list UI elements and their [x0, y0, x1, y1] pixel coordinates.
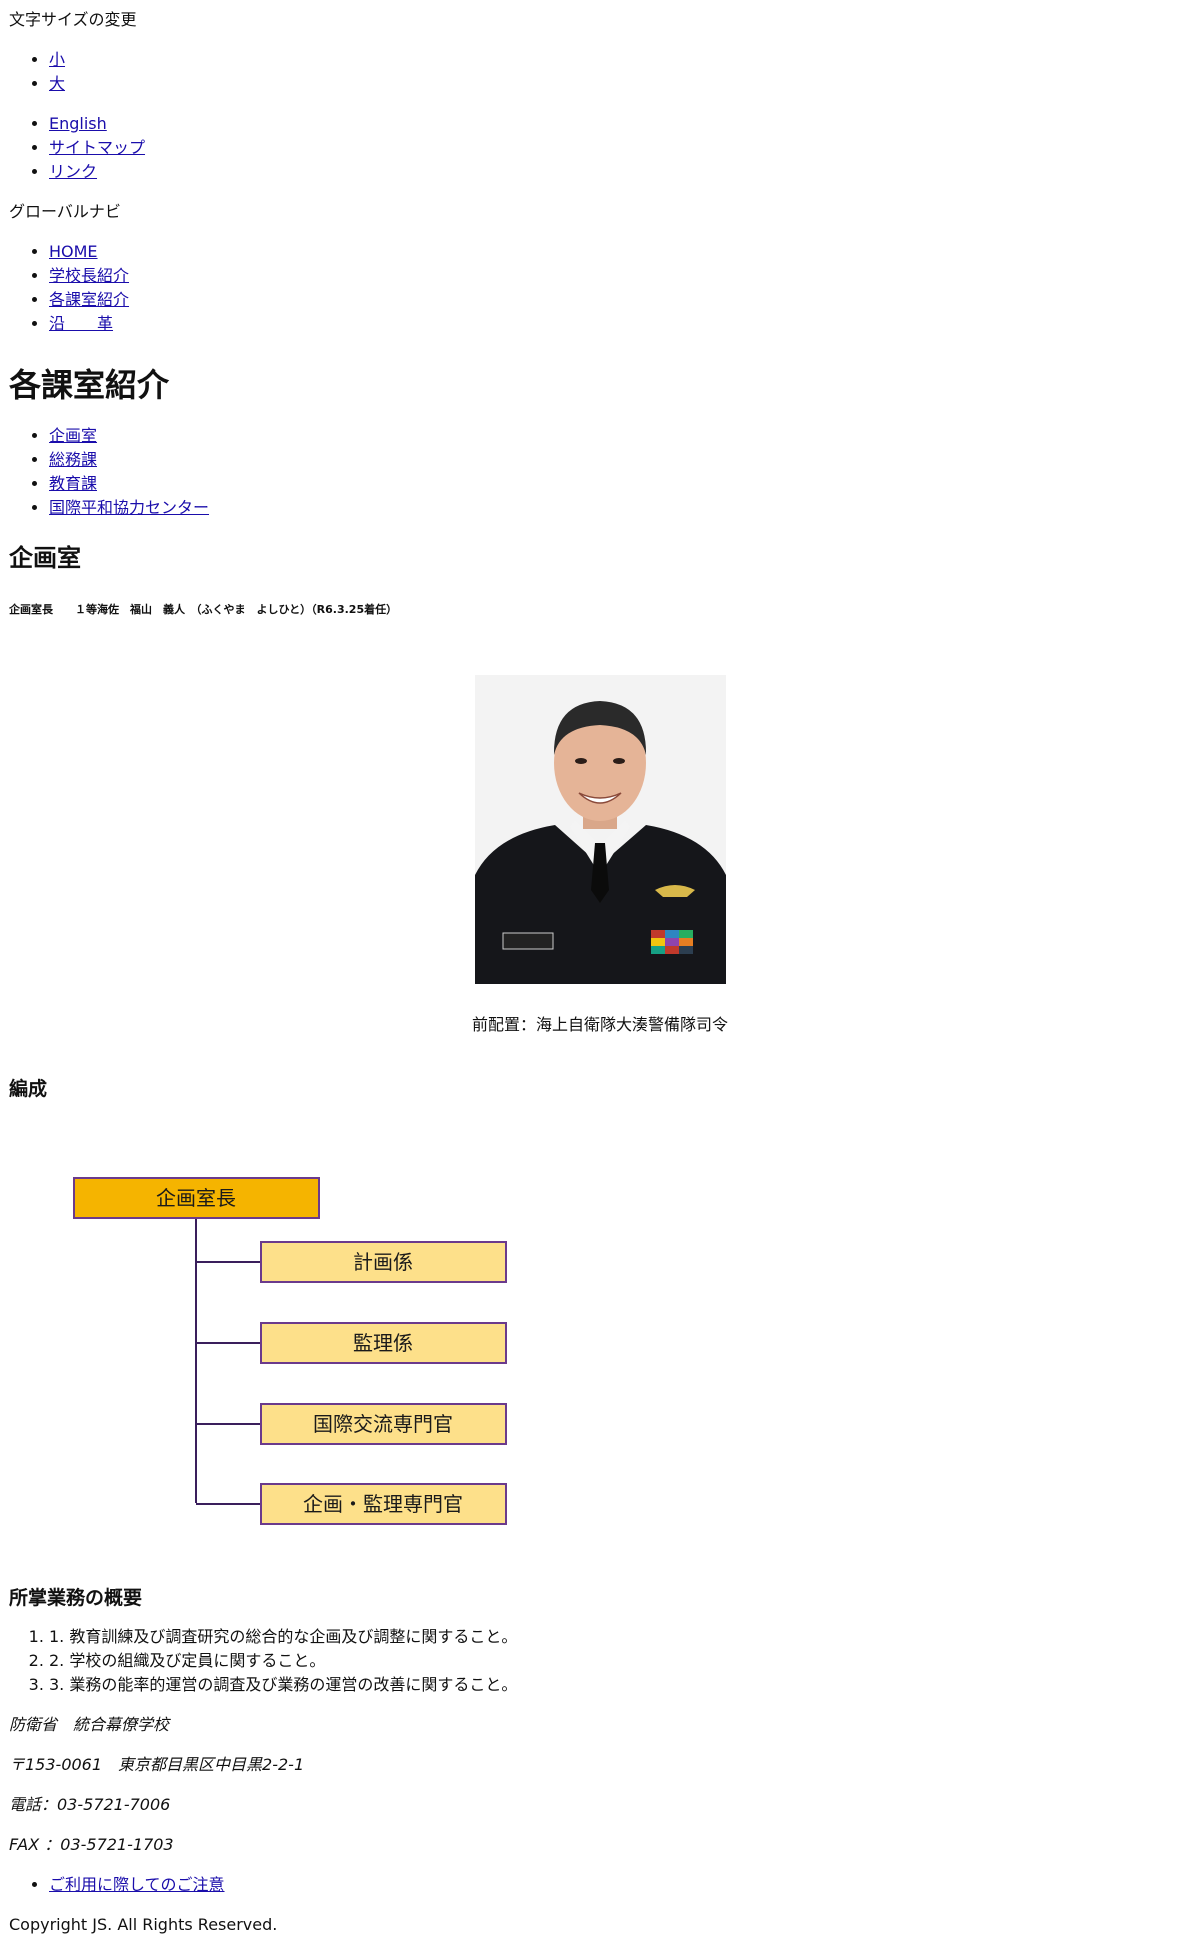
font-size-item: 小 [49, 48, 1191, 72]
sub-nav-item: 教育課 [49, 472, 1191, 496]
footer-address: 〒153-0061 東京都目黒区中目黒2-2-1 [9, 1754, 305, 1774]
org-node-child-label: 企画・監理専門官 [303, 1492, 463, 1516]
sub-nav-general-affairs-link[interactable]: 総務課 [49, 450, 97, 469]
org-node-child: 監理係 [260, 1322, 507, 1365]
footer-links: ご利用に際してのご注意 [9, 1873, 1191, 1897]
org-node-child: 国際交流専門官 [260, 1403, 507, 1446]
usage-notice-link[interactable]: ご利用に際してのご注意 [49, 1875, 225, 1894]
utility-nav-item: リンク [49, 160, 1191, 184]
global-nav-label: グローバルナビ [9, 202, 121, 221]
sub-nav-education-link[interactable]: 教育課 [49, 474, 97, 493]
copyright: Copyright JS. All Rights Reserved. [9, 1914, 278, 1934]
font-size-small-link[interactable]: 小 [49, 50, 65, 69]
sitemap-link[interactable]: サイトマップ [49, 138, 145, 157]
font-size-item: 大 [49, 72, 1191, 96]
sub-nav-peace-center-link[interactable]: 国際平和協力センター [49, 498, 209, 517]
duty-item: 3. 業務の能率的運営の調査及び業務の運営の改善に関すること。 [49, 1673, 1191, 1697]
org-node-root-label: 企画室長 [156, 1186, 236, 1210]
duty-item: 1. 教育訓練及び調査研究の総合的な企画及び調整に関すること。 [49, 1625, 1191, 1649]
sub-nav-planning-link[interactable]: 企画室 [49, 426, 97, 445]
utility-nav-item: English [49, 112, 1191, 136]
global-nav: HOME 学校長紹介 各課室紹介 沿 革 [9, 240, 1191, 336]
org-node-child: 企画・監理専門官 [260, 1483, 507, 1526]
section-title: 企画室 [9, 544, 81, 573]
global-nav-item: HOME [49, 240, 1191, 264]
font-size-options: 小 大 [9, 48, 1191, 96]
footer-org: 防衛省 統合幕僚学校 [9, 1714, 170, 1734]
org-node-root: 企画室長 [73, 1177, 320, 1220]
org-chart: 企画室長 計画係 監理係 国際交流専門官 企画・監理専門官 [73, 1177, 507, 1526]
portrait-illustration [474, 675, 726, 985]
duties-list: 1. 教育訓練及び調査研究の総合的な企画及び調整に関すること。 2. 学校の組織… [9, 1625, 1191, 1697]
font-size-label: 文字サイズの変更 [9, 10, 137, 29]
duty-item: 2. 学校の組織及び定員に関すること。 [49, 1649, 1191, 1673]
nav-home-link[interactable]: HOME [49, 242, 98, 261]
font-size-large-link[interactable]: 大 [49, 74, 65, 93]
sub-nav-item: 国際平和協力センター [49, 496, 1191, 520]
duties-heading: 所掌業務の概要 [9, 1587, 143, 1610]
nav-principal-link[interactable]: 学校長紹介 [49, 266, 129, 285]
footer-phone: 電話：03-5721-7006 [9, 1794, 171, 1814]
global-nav-item: 学校長紹介 [49, 264, 1191, 288]
sub-nav-item: 総務課 [49, 448, 1191, 472]
sub-nav-item: 企画室 [49, 424, 1191, 448]
nav-history-link[interactable]: 沿 革 [49, 314, 113, 333]
page-title: 各課室紹介 [9, 366, 170, 404]
nav-departments-link[interactable]: 各課室紹介 [49, 290, 129, 309]
org-node-child-label: 監理係 [353, 1331, 413, 1355]
links-link[interactable]: リンク [49, 162, 97, 181]
chief-info: 企画室長 １等海佐 福山 義人 （ふくやま よしひと）（R6.3.25着任） [9, 603, 398, 617]
english-link[interactable]: English [49, 114, 107, 133]
footer-link-item: ご利用に際してのご注意 [49, 1873, 1191, 1897]
org-node-child-label: 国際交流専門官 [313, 1412, 453, 1436]
portrait-caption: 前配置：海上自衛隊大湊警備隊司令 [471, 1015, 728, 1035]
portrait-block [9, 675, 1191, 991]
department-sub-nav: 企画室 総務課 教育課 国際平和協力センター [9, 424, 1191, 520]
footer-fax: FAX ：03-5721-1703 [9, 1834, 174, 1854]
org-node-child-label: 計画係 [353, 1250, 413, 1274]
org-node-child: 計画係 [260, 1241, 507, 1284]
portrait-photo [474, 675, 726, 985]
utility-nav-item: サイトマップ [49, 136, 1191, 160]
utility-nav: English サイトマップ リンク [9, 112, 1191, 184]
global-nav-item: 沿 革 [49, 312, 1191, 336]
global-nav-item: 各課室紹介 [49, 288, 1191, 312]
org-heading: 編成 [9, 1078, 48, 1101]
